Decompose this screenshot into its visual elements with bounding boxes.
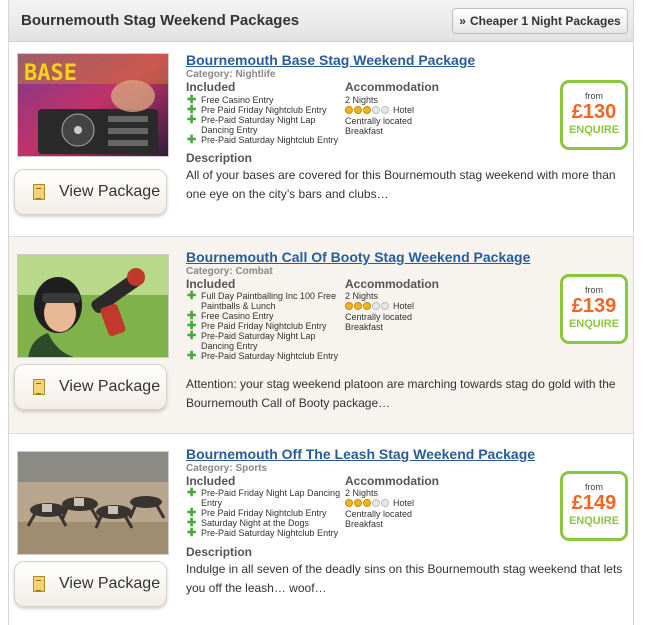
price-from-label: from [585, 91, 603, 101]
accommodation-details: 2 Nights Hotel Centrally located Breakfa… [345, 488, 455, 529]
plus-icon: ✚ [187, 290, 197, 302]
list-item: ✚ Pre-Paid Saturday Nightclub Entry [187, 350, 339, 362]
list-item: ✚ Pre-Paid Saturday Nightclub Entry [187, 134, 339, 146]
hotel-rating: Hotel [345, 498, 455, 509]
package-image-greyhounds[interactable] [17, 451, 169, 555]
view-package-label: View Package [59, 575, 161, 592]
cheaper-packages-button[interactable]: » Cheaper 1 Night Packages [452, 8, 628, 34]
plus-icon: ✚ [187, 527, 197, 539]
price-from-label: from [585, 285, 603, 295]
accommodation-heading: Accommodation [345, 80, 440, 94]
included-heading: Included [186, 277, 236, 291]
view-package-label: View Package [59, 183, 161, 200]
location: Centrally located [345, 311, 413, 322]
packages-panel: Bournemouth Stag Weekend Packages » Chea… [8, 0, 634, 625]
package-description: Indulge in all seven of the deadly sins … [186, 562, 623, 595]
price-value: £139 [571, 295, 617, 317]
plus-icon: ✚ [187, 350, 197, 362]
package-image-paintball[interactable] [17, 254, 169, 358]
list-item: ✚ Pre-Paid Saturday Night Lap Dancing Ent… [187, 330, 316, 352]
list-item: ✚ Free Casino Entry [187, 310, 274, 322]
star-rating-icon [345, 301, 390, 312]
board: Breakfast [345, 518, 384, 529]
nightclub-dj-photo: BASE [18, 54, 168, 156]
price-enquire-button[interactable]: from £130 ENQUIRE [560, 80, 628, 150]
list-item: ✚ Pre Paid Friday Nightclub Entry [187, 507, 327, 519]
price-value: £130 [571, 101, 617, 123]
included-heading: Included [186, 80, 236, 94]
list-item: ✚ Free Casino Entry [187, 94, 274, 106]
cheaper-packages-label: Cheaper 1 Night Packages [469, 14, 621, 28]
package-title-link[interactable]: Bournemouth Off The Leash Stag Weekend P… [186, 446, 535, 462]
package-card: View Package Bournemouth Call Of Booty S… [9, 237, 633, 434]
included-heading: Included [186, 474, 236, 488]
view-package-button[interactable]: View Package [14, 561, 167, 607]
plus-icon: ✚ [187, 487, 197, 499]
list-item: ✚ Saturday Night at the Dogs [187, 517, 310, 529]
board: Breakfast [345, 321, 384, 332]
price-from-label: from [585, 482, 603, 492]
package-category: Category: Sports [186, 463, 268, 474]
accommodation-details: 2 Nights Hotel Centrally located Breakfa… [345, 291, 455, 332]
package-description: Attention: your stag weekend platoon are… [186, 377, 616, 410]
document-icon [33, 576, 45, 592]
list-item: ✚ Pre-Paid Friday Night Lap Dancing Entry [187, 487, 341, 509]
plus-icon: ✚ [187, 330, 197, 342]
plus-icon: ✚ [187, 114, 197, 126]
star-rating-icon [345, 498, 390, 509]
package-title-link[interactable]: Bournemouth Call Of Booty Stag Weekend P… [186, 249, 530, 265]
package-category: Category: Nightlife [186, 69, 276, 80]
nights: 2 Nights [345, 488, 379, 498]
accommodation-heading: Accommodation [345, 277, 440, 291]
view-package-button[interactable]: View Package [14, 364, 167, 410]
accommodation-heading: Accommodation [345, 474, 440, 488]
paintball-woman-photo [18, 255, 168, 357]
included-list: ✚ Free Casino Entry ✚ Pre Paid Friday Nigh… [186, 94, 346, 146]
view-package-button[interactable]: View Package [14, 169, 167, 215]
location: Centrally located [345, 115, 413, 126]
list-item: ✚ Full Day Paintballing Inc 100 Free Pain… [187, 290, 337, 312]
star-rating-icon [345, 105, 390, 116]
list-item: ✚ Pre Paid Friday Nightclub Entry [187, 320, 327, 332]
package-description: All of your bases are covered for this B… [186, 168, 616, 201]
document-icon [33, 379, 45, 395]
plus-icon: ✚ [187, 134, 197, 146]
svg-text:BASE: BASE [24, 61, 77, 86]
package-image-nightclub[interactable]: BASE [17, 53, 169, 157]
document-icon [33, 184, 45, 200]
double-chevron-icon: » [459, 14, 466, 28]
list-item: ✚ Pre-Paid Saturday Night Lap Dancing Ent… [187, 114, 316, 136]
accommodation-details: 2 Nights Hotel Centrally located Breakfa… [345, 95, 455, 136]
hotel-rating: Hotel [345, 105, 455, 116]
view-package-label: View Package [59, 378, 161, 395]
package-title-link[interactable]: Bournemouth Base Stag Weekend Package [186, 52, 475, 68]
nights: 2 Nights [345, 291, 379, 301]
description-heading: Description [186, 545, 253, 559]
package-card: BASE View Package Bournemouth Base Stag … [9, 43, 633, 237]
location: Centrally located [345, 508, 413, 519]
included-list: ✚ Pre-Paid Friday Night Lap Dancing Entry… [186, 487, 346, 539]
enquire-label: ENQUIRE [568, 515, 620, 527]
board: Breakfast [345, 125, 384, 136]
enquire-label: ENQUIRE [568, 124, 620, 136]
list-item: ✚ Pre-Paid Saturday Nightclub Entry [187, 527, 339, 539]
price-enquire-button[interactable]: from £149 ENQUIRE [560, 471, 628, 541]
package-card: View Package Bournemouth Off The Leash S… [9, 434, 633, 625]
page-title: Bournemouth Stag Weekend Packages [21, 12, 300, 29]
enquire-label: ENQUIRE [568, 318, 620, 330]
included-list: ✚ Full Day Paintballing Inc 100 Free Pain… [186, 290, 346, 362]
description-heading: Description [186, 151, 253, 165]
price-value: £149 [571, 492, 617, 514]
greyhound-racing-photo [18, 452, 168, 554]
price-enquire-button[interactable]: from £139 ENQUIRE [560, 274, 628, 344]
panel-header: Bournemouth Stag Weekend Packages » Chea… [9, 0, 633, 42]
package-category: Category: Combat [186, 266, 273, 277]
hotel-rating: Hotel [345, 301, 455, 312]
nights: 2 Nights [345, 95, 379, 105]
list-item: ✚ Pre Paid Friday Nightclub Entry [187, 104, 327, 116]
